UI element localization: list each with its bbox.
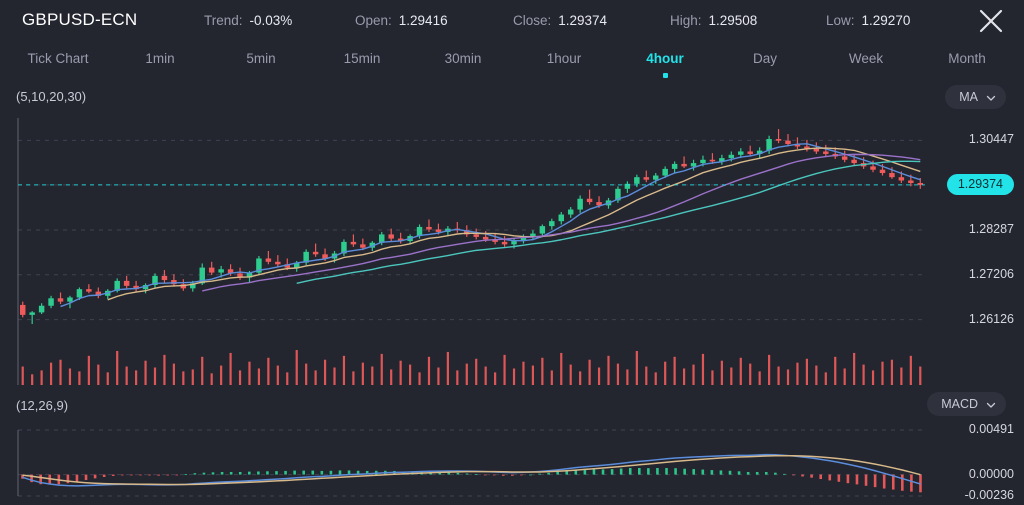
ma-indicator-label: MA <box>959 90 978 104</box>
tab-month[interactable]: Month <box>917 42 1017 80</box>
candlestick-chart[interactable] <box>0 110 935 385</box>
tab-label: 30min <box>444 51 482 66</box>
symbol-title: GBPUSD-ECN <box>22 10 138 29</box>
tab-day[interactable]: Day <box>715 42 815 80</box>
active-tab-indicator <box>662 73 668 78</box>
ma-indicator-button[interactable]: MA <box>945 85 1006 109</box>
tab-1min[interactable]: 1min <box>110 42 210 80</box>
tab-label: Day <box>752 51 777 66</box>
stat-low-label: Low: <box>826 12 855 28</box>
tab-1hour[interactable]: 1hour <box>514 42 614 80</box>
macd-axis-label: 0.00491 <box>968 422 1014 436</box>
chevron-down-icon <box>986 92 996 102</box>
stat-low: Low: 1.29270 <box>826 13 910 28</box>
stat-high-label: High: <box>670 12 702 28</box>
price-axis-label: 1.27206 <box>968 266 1014 281</box>
stat-trend-label: Trend: <box>204 12 243 28</box>
stat-open: Open: 1.29416 <box>355 13 448 28</box>
tab-15min[interactable]: 15min <box>312 42 412 80</box>
stat-trend-value: -0.03% <box>249 12 293 28</box>
close-icon[interactable] <box>976 6 1006 36</box>
chevron-down-icon <box>986 399 996 409</box>
tab-30min[interactable]: 30min <box>413 42 513 80</box>
ma-params-label: (5,10,20,30) <box>16 89 87 104</box>
current-price-badge: 1.29374 <box>946 174 1014 196</box>
macd-axis-label: 0.00000 <box>968 466 1014 481</box>
macd-indicator-button[interactable]: MACD <box>927 392 1006 416</box>
stat-open-label: Open: <box>355 12 392 28</box>
tab-5min[interactable]: 5min <box>211 42 311 80</box>
price-axis-label: 1.26126 <box>968 311 1014 326</box>
timeframe-tabs: Tick Chart 1min 5min 15min 30min 1hour 4hour Da… <box>0 42 1024 80</box>
price-axis-label: 1.28287 <box>968 221 1014 236</box>
stat-high-value: 1.29508 <box>708 12 758 28</box>
trading-chart-app: GBPUSD-ECN Trend: -0.03% Open: 1.29416 C… <box>0 0 1024 505</box>
stat-high: High: 1.29508 <box>670 13 757 28</box>
tab-label: 1hour <box>546 51 582 66</box>
macd-axis-label: -0.00236 <box>964 488 1014 502</box>
tab-label: Tick Chart <box>27 51 89 66</box>
stat-open-value: 1.29416 <box>398 12 448 28</box>
macd-params-label: (12,26,9) <box>16 398 69 413</box>
stat-close-label: Close: <box>513 12 552 28</box>
macd-indicator-label: MACD <box>941 397 978 411</box>
tab-label: 15min <box>343 51 381 66</box>
chart-header: GBPUSD-ECN Trend: -0.03% Open: 1.29416 C… <box>0 0 1024 40</box>
price-axis-label: 1.30447 <box>968 132 1014 147</box>
macd-chart[interactable] <box>0 422 935 502</box>
tab-label: Month <box>948 51 986 66</box>
tab-label: 1min <box>145 51 175 66</box>
stat-low-value: 1.29270 <box>861 12 911 28</box>
tab-label: 4hour <box>646 51 684 66</box>
stat-close: Close: 1.29374 <box>513 13 607 28</box>
tab-tick-chart[interactable]: Tick Chart <box>8 42 108 80</box>
tab-week[interactable]: Week <box>816 42 916 80</box>
tab-label: 5min <box>246 51 276 66</box>
tab-label: Week <box>848 51 884 66</box>
stat-trend: Trend: -0.03% <box>204 13 292 28</box>
tab-4hour[interactable]: 4hour <box>615 42 715 80</box>
stat-close-value: 1.29374 <box>558 12 608 28</box>
